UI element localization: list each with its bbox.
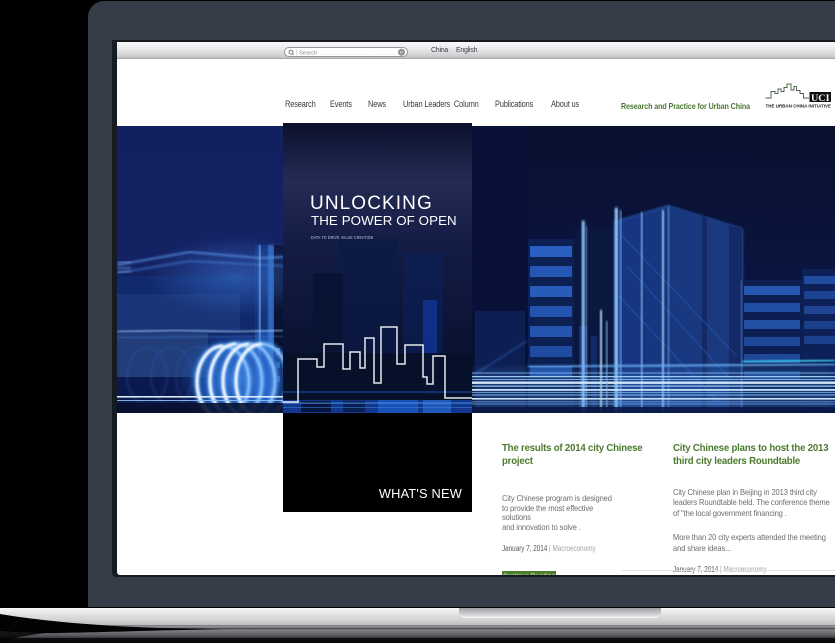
- svg-text:UCI: UCI: [811, 94, 830, 104]
- svg-text:THE URBAN CHINA INITIATIVE: THE URBAN CHINA INITIATIVE: [766, 104, 832, 109]
- svg-text:Search: Search: [299, 51, 317, 57]
